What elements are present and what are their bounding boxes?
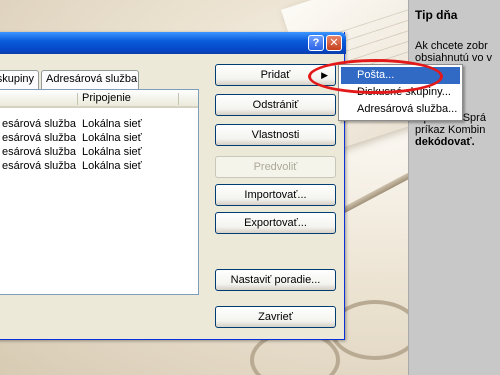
account-list[interactable]: Pripojenie esárová služba Lokálna sieť e… — [0, 89, 199, 295]
tab-directory-service[interactable]: Adresárová služba — [41, 70, 139, 89]
dialog-close-button[interactable]: Zavrieť — [215, 306, 336, 328]
row-name: esárová služba — [2, 132, 76, 144]
set-default-button[interactable]: Predvoliť — [215, 156, 336, 178]
remove-button[interactable]: Odstrániť — [215, 94, 336, 116]
tip-text-line: dekódovať. — [415, 136, 475, 148]
help-button[interactable]: ? — [308, 35, 324, 51]
close-window-button[interactable]: ✕ — [326, 35, 342, 51]
row-connection: Lokálna sieť — [82, 118, 142, 130]
tip-text-line: obsiahnutú vo v — [415, 52, 493, 64]
tab-groups[interactable]: skupiny — [0, 70, 39, 89]
import-button[interactable]: Importovať... — [215, 184, 336, 206]
row-connection: Lokálna sieť — [82, 146, 142, 158]
dialog-titlebar[interactable]: ? ✕ — [0, 32, 346, 54]
set-order-button[interactable]: Nastaviť poradie... — [215, 269, 336, 291]
tip-text-line: príkaz Kombin — [415, 124, 486, 136]
pen-image — [340, 152, 408, 214]
row-connection: Lokálna sieť — [82, 160, 142, 172]
address-book-dialog: ? ✕ skupiny Adresárová služba Pripojenie… — [0, 32, 346, 340]
red-highlight-ellipse — [308, 59, 443, 94]
column-header-connection[interactable]: Pripojenie — [82, 92, 131, 104]
list-row[interactable]: esárová služba Lokálna sieť — [0, 146, 198, 160]
list-row[interactable]: esárová služba Lokálna sieť — [0, 160, 198, 174]
tip-text-line: Ak chcete zobr — [415, 40, 488, 52]
row-name: esárová služba — [2, 118, 76, 130]
list-header: Pripojenie — [0, 90, 198, 108]
row-name: esárová služba — [2, 160, 76, 172]
tip-title: Tip dňa — [415, 8, 458, 22]
export-button[interactable]: Exportovať... — [215, 212, 336, 234]
properties-button[interactable]: Vlastnosti — [215, 124, 336, 146]
list-row[interactable]: esárová služba Lokálna sieť — [0, 132, 198, 146]
column-separator[interactable] — [77, 93, 78, 105]
tip-of-the-day-panel: Tip dňa Ak chcete zobr obsiahnutú vo v v… — [408, 0, 500, 375]
column-separator[interactable] — [178, 93, 179, 105]
row-connection: Lokálna sieť — [82, 132, 142, 144]
row-name: esárová služba — [2, 146, 76, 158]
menu-item-directory-service[interactable]: Adresárová služba... — [341, 101, 460, 118]
add-button-label: Pridať — [260, 69, 291, 81]
list-row[interactable]: esárová služba Lokálna sieť — [0, 118, 198, 132]
